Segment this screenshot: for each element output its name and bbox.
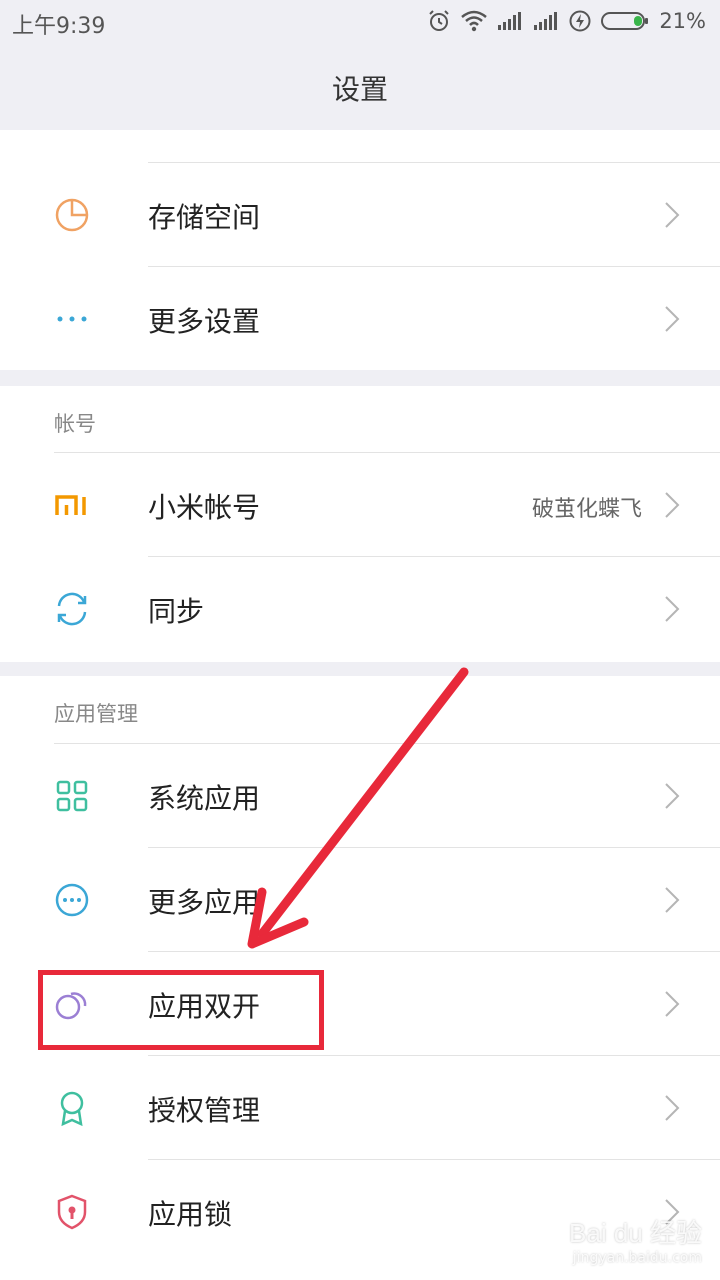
settings-row-label: 授权管理: [148, 1094, 261, 1127]
chevron-right-icon: [665, 783, 680, 809]
settings-row-mi-account[interactable]: 小米帐号 破茧化蝶飞: [0, 453, 720, 557]
title-bar: 设置: [0, 44, 720, 130]
watermark-url: jingyan.baidu.com: [572, 1250, 702, 1266]
grid-apps-icon: [56, 780, 88, 812]
settings-row-more-settings[interactable]: 更多设置: [0, 267, 720, 371]
settings-row-sync[interactable]: 同步: [0, 557, 720, 661]
section-title: 帐号: [54, 412, 96, 436]
battery-icon: [601, 12, 649, 30]
shield-lock-icon: [57, 1194, 87, 1230]
settings-row-storage[interactable]: 存储空间: [0, 163, 720, 267]
section-title: 应用管理: [54, 702, 138, 726]
chevron-right-icon: [665, 306, 680, 332]
status-time: 上午9:39: [12, 14, 106, 39]
more-apps-circle-icon: [55, 883, 89, 917]
highlight-box-annotation: [38, 970, 324, 1050]
account-name-value: 破茧化蝶飞: [531, 497, 642, 522]
battery-percent: 21%: [659, 9, 706, 33]
settings-row-system-apps[interactable]: 系统应用: [0, 744, 720, 848]
chevron-right-icon: [665, 887, 680, 913]
chevron-right-icon: [665, 202, 680, 228]
chevron-right-icon: [665, 596, 680, 622]
signal-icon: [534, 12, 558, 30]
charging-icon: [569, 10, 591, 32]
settings-row-more-apps[interactable]: 更多应用: [0, 848, 720, 952]
settings-group-account: 帐号 小米帐号 破茧化蝶飞 同步: [0, 386, 720, 662]
more-dots-icon: [57, 316, 87, 322]
settings-row-label: 应用锁: [148, 1198, 233, 1231]
status-icons: 21%: [427, 6, 706, 36]
chevron-right-icon: [665, 492, 680, 518]
page-title: 设置: [331, 73, 388, 106]
wifi-icon: [461, 10, 488, 32]
settings-row-permissions[interactable]: 授权管理: [0, 1056, 720, 1160]
chevron-right-icon: [665, 1095, 680, 1121]
settings-row-label: 存储空间: [148, 201, 261, 234]
signal-icon: [498, 12, 522, 30]
settings-row-label: 更多应用: [148, 886, 261, 919]
badge-icon: [60, 1091, 84, 1127]
settings-group-general: 存储空间 更多设置: [0, 130, 720, 370]
chevron-right-icon: [665, 991, 680, 1017]
watermark-brand: Bai du 经验: [569, 1218, 702, 1248]
mi-logo-icon: [55, 495, 86, 515]
status-bar: 上午9:39 21%: [0, 0, 720, 44]
settings-row-label: 更多设置: [148, 305, 261, 338]
sync-icon: [57, 592, 87, 626]
alarm-icon: [429, 10, 450, 31]
settings-row-label: 小米帐号: [148, 491, 261, 524]
watermark-logo: Bai du 经验 jingyan.baidu.com: [569, 1213, 702, 1266]
storage-pie-icon: [55, 198, 89, 232]
settings-row-label: 同步: [148, 595, 205, 628]
settings-row-label: 系统应用: [148, 782, 261, 815]
